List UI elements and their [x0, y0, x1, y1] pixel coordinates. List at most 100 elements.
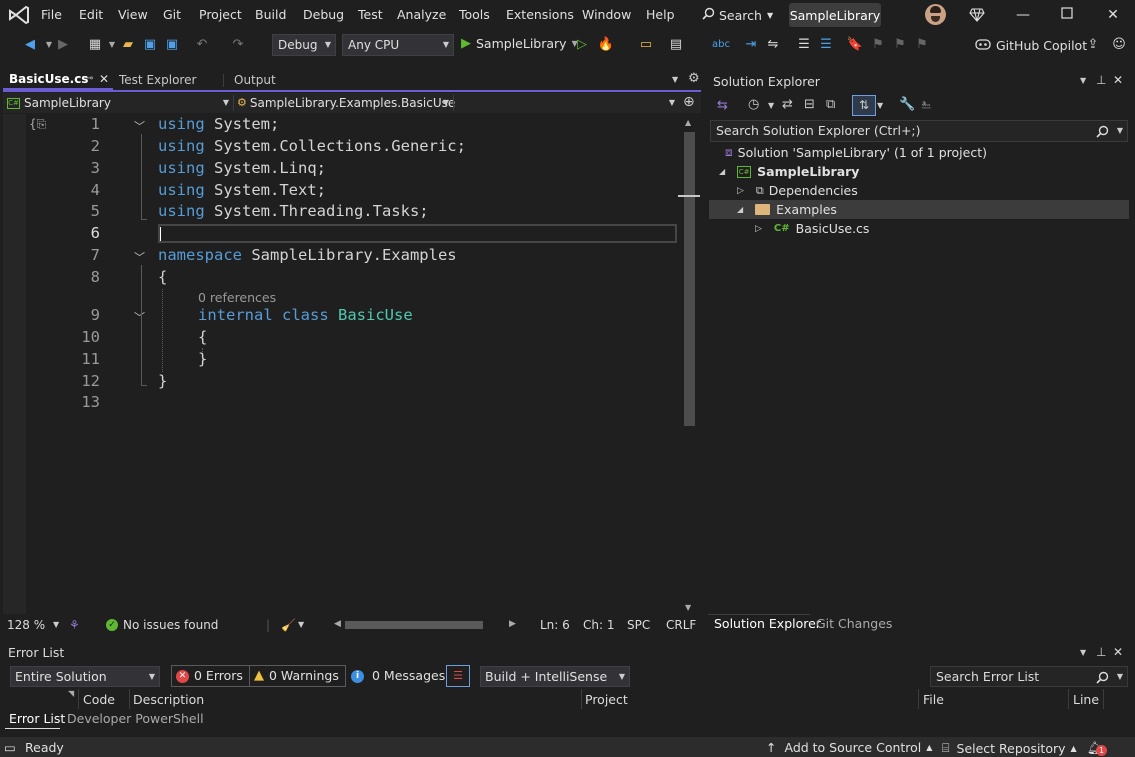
search-icon[interactable] [1096, 124, 1109, 144]
sync-icon[interactable]: ⇄ [782, 97, 793, 112]
tab-basicuse-cs[interactable]: BasicUse.cs ⊸ ✕ [3, 70, 113, 90]
save-icon[interactable]: ▣ [141, 37, 159, 53]
quick-actions-icon[interactable]: {⎘ [29, 117, 46, 132]
menu-test[interactable]: Test [358, 7, 383, 22]
wrench-icon[interactable]: 🔧 [899, 97, 915, 112]
collapse-chevron-icon[interactable]: ﹀ [134, 249, 145, 265]
menu-view[interactable]: View [118, 7, 148, 22]
menu-window[interactable]: Window [582, 7, 631, 22]
tree-item-basicuse-file[interactable]: ▷ C# BasicUse.cs [755, 221, 869, 236]
column-indicator[interactable]: Ch: 1 [583, 618, 614, 632]
close-icon[interactable]: ✕ [1113, 645, 1123, 659]
column-header-line[interactable]: Line [1073, 692, 1099, 707]
error-scope-select[interactable]: Entire Solution ▼ [10, 666, 160, 687]
browse-folder-icon[interactable]: ▭ [637, 37, 655, 53]
comment-icon[interactable]: ☰ [795, 37, 813, 53]
code-cleanup-icon[interactable]: 🧹 [281, 618, 296, 632]
diamond-icon[interactable] [969, 7, 985, 23]
chevron-down-icon[interactable]: ▼ [1080, 648, 1086, 657]
menu-analyze[interactable]: Analyze [397, 7, 446, 22]
sort-icon[interactable]: ◥ [68, 689, 74, 698]
start-debugging-button[interactable]: ▶ SampleLibrary ▼ [461, 36, 578, 51]
expanded-triangle-icon[interactable]: ◢ [719, 167, 725, 176]
collapsed-triangle-icon[interactable]: ▷ [755, 224, 762, 234]
type-dropdown[interactable]: ⚙ SampleLibrary.Examples.BasicUse ▼ [237, 93, 455, 113]
menu-project[interactable]: Project [199, 7, 242, 22]
pin-icon[interactable]: ⊸ [85, 69, 93, 89]
column-header-project[interactable]: Project [585, 692, 628, 707]
codelens-references[interactable]: 0 references [198, 290, 276, 305]
select-repository-button[interactable]: ⌸ Select Repository ▲ [942, 740, 1077, 756]
collapse-all-icon[interactable]: ⊟ [804, 97, 815, 112]
zoom-level[interactable]: 128 % [7, 618, 45, 632]
clear-bookmarks-icon[interactable]: ⚑ [913, 37, 931, 53]
chevron-down-icon[interactable]: ▼ [298, 620, 304, 629]
close-window-button[interactable]: ✕ [1103, 7, 1123, 23]
open-folder-icon[interactable]: ▰ [119, 37, 137, 53]
tab-output[interactable]: Output [228, 70, 276, 90]
pin-icon[interactable]: ⊥ [1096, 645, 1106, 659]
scroll-down-icon[interactable]: ▼ [685, 603, 691, 612]
solution-explorer-search-input[interactable]: Search Solution Explorer (Ctrl+;) ▼ [710, 120, 1128, 142]
redo-icon[interactable]: ↷ [229, 37, 247, 53]
search-icon[interactable] [1096, 670, 1109, 689]
share-icon[interactable]: ⇪ [1084, 37, 1102, 53]
member-dropdown[interactable]: ▼ [455, 93, 677, 113]
pending-changes-filter-button[interactable]: ⇅ [852, 95, 876, 116]
bookmark-icon[interactable]: 🔖 [846, 37, 864, 53]
expanded-triangle-icon[interactable]: ◢ [737, 205, 743, 214]
minimize-button[interactable]: — [1013, 7, 1033, 23]
scroll-up-icon[interactable]: ▲ [685, 118, 691, 127]
show-all-files-icon[interactable]: ⧉ [826, 97, 835, 112]
menu-build[interactable]: Build [255, 7, 286, 22]
project-dropdown[interactable]: C# SampleLibrary ▼ [7, 93, 231, 113]
github-copilot-button[interactable]: GitHub Copilot [975, 37, 1087, 54]
chevron-down-icon[interactable]: ▼ [877, 101, 883, 110]
chevron-down-icon[interactable]: ▼ [768, 101, 774, 110]
tab-error-list[interactable]: Error List [9, 711, 65, 726]
issues-indicator[interactable]: ✓ No issues found [106, 618, 218, 632]
chevron-down-icon[interactable]: ▼ [1117, 121, 1123, 141]
solution-configuration-select[interactable]: Debug ▼ [272, 34, 336, 56]
error-source-select[interactable]: Build + IntelliSense ▼ [480, 666, 630, 687]
undo-icon[interactable]: ↶ [193, 37, 211, 53]
chevron-down-icon[interactable]: ▼ [53, 620, 59, 629]
visual-studio-logo-icon[interactable] [8, 5, 30, 25]
history-icon[interactable]: ◷ [748, 97, 759, 112]
tree-item-dependencies[interactable]: ▷ ⧉ Dependencies [737, 183, 858, 198]
start-without-debugging-icon[interactable]: ▷ [573, 37, 591, 53]
add-to-source-control-button[interactable]: ↑ Add to Source Control ▲ [766, 740, 932, 755]
layout-icon[interactable]: ▤ [667, 37, 685, 53]
close-icon[interactable]: ✕ [99, 69, 109, 89]
chevron-down-icon[interactable]: ▼ [1117, 667, 1123, 686]
messages-filter-button[interactable]: i 0 Messages [346, 665, 452, 687]
chevron-down-icon[interactable]: ▼ [1080, 76, 1086, 85]
spell-check-icon[interactable]: abc [712, 37, 730, 53]
column-header-file[interactable]: File [923, 692, 944, 707]
build-filter-icon[interactable]: ☰ [446, 665, 470, 687]
tab-overflow-chevron-icon[interactable]: ▼ [672, 75, 678, 84]
new-project-icon[interactable]: ▦ [86, 37, 104, 53]
column-header-description[interactable]: Description [133, 692, 204, 707]
back-icon[interactable]: ◀ [21, 37, 39, 53]
maximize-button[interactable] [1057, 7, 1077, 23]
horizontal-scrollbar-thumb[interactable] [345, 621, 483, 629]
errors-filter-button[interactable]: ✕ 0 Errors [171, 665, 250, 687]
collapse-chevron-icon[interactable]: ﹀ [134, 118, 145, 134]
switch-views-icon[interactable]: ⇆ [717, 98, 728, 113]
preview-icon[interactable]: ⎁ [921, 97, 931, 112]
hot-reload-icon[interactable]: 🔥 [597, 37, 615, 53]
tab-test-explorer[interactable]: Test Explorer [113, 70, 196, 90]
menu-file[interactable]: File [41, 7, 62, 22]
tree-item-examples-folder[interactable]: ◢ Examples [737, 202, 837, 217]
feedback-icon[interactable]: ☺ [1110, 37, 1128, 53]
tab-solution-explorer[interactable]: Solution Explorer [714, 616, 821, 631]
output-window-icon[interactable]: ▭ [4, 740, 16, 755]
menu-tools[interactable]: Tools [459, 7, 490, 22]
tab-developer-powershell[interactable]: Developer PowerShell [67, 711, 204, 726]
scroll-right-icon[interactable]: ▶ [509, 619, 516, 629]
gear-icon[interactable]: ⚙ [688, 71, 700, 86]
tab-git-changes[interactable]: Git Changes [816, 616, 892, 631]
prev-bookmark-icon[interactable]: ⚑ [869, 37, 887, 53]
close-icon[interactable]: ✕ [1113, 73, 1123, 87]
